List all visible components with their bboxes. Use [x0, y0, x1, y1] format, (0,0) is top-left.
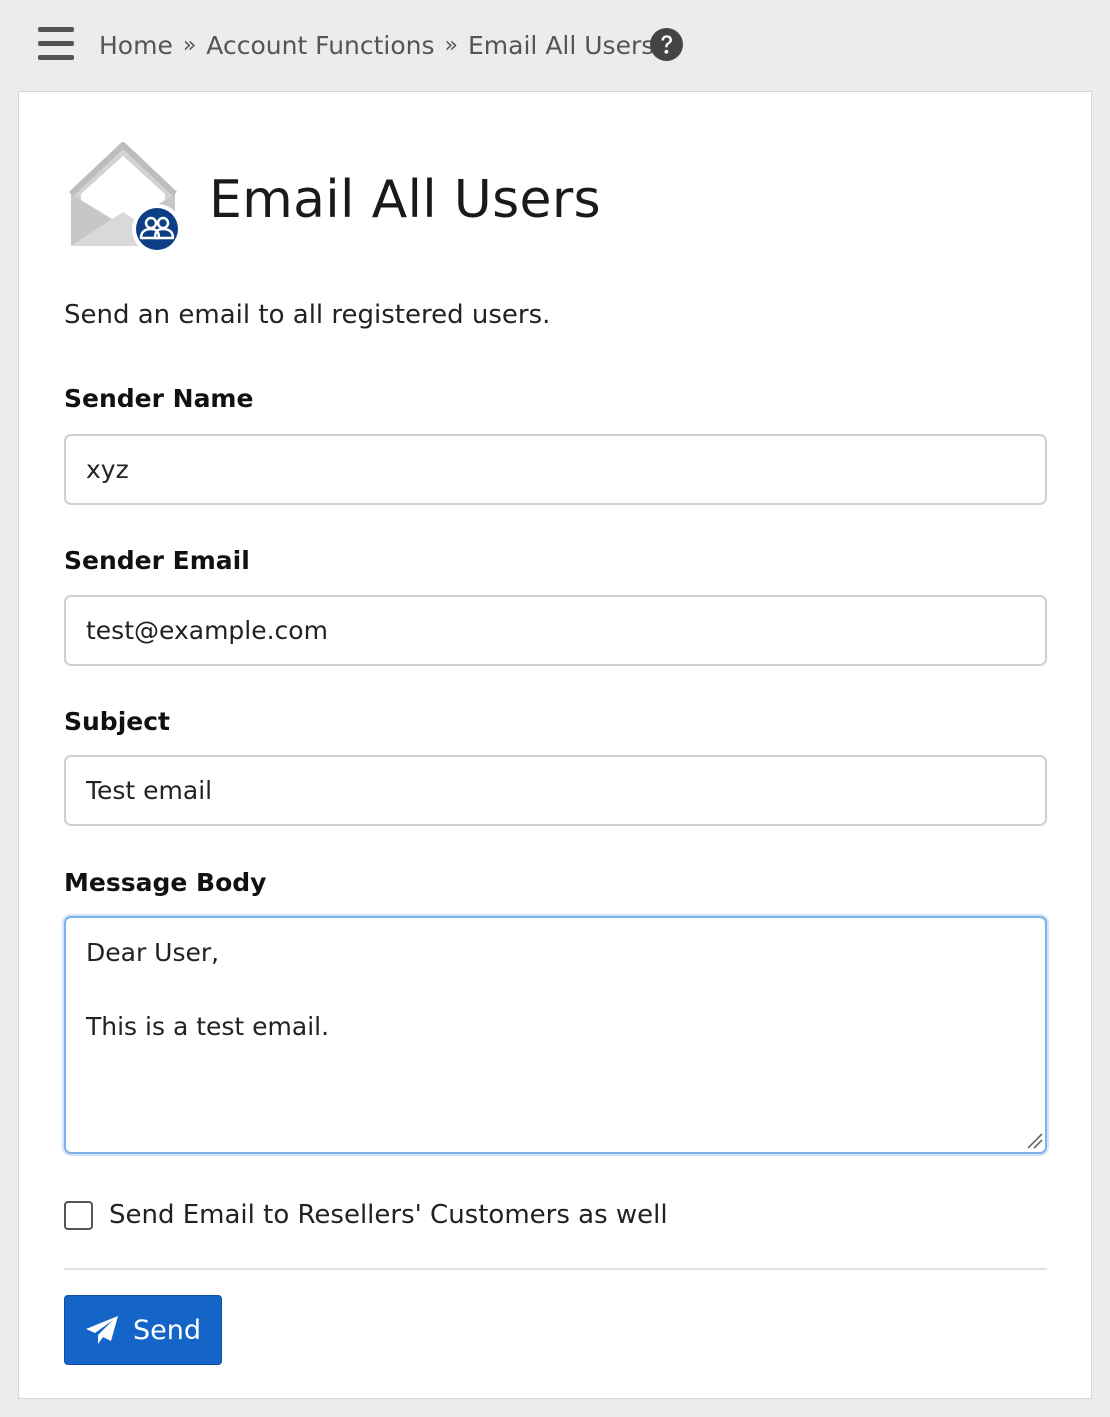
breadcrumb: Home » Account Functions » Email All Use…: [99, 27, 654, 63]
page-intro: Send an email to all registered users.: [64, 300, 551, 330]
breadcrumb-separator: »: [182, 32, 197, 58]
divider: [64, 1268, 1047, 1270]
breadcrumb-home-link[interactable]: Home: [99, 31, 173, 60]
resellers-checkbox[interactable]: [64, 1200, 93, 1230]
resellers-checkbox-label[interactable]: Send Email to Resellers' Customers as we…: [109, 1200, 668, 1230]
breadcrumb-account-functions-link[interactable]: Account Functions: [206, 31, 434, 60]
message-body-label: Message Body: [64, 868, 267, 897]
paper-plane-icon: [85, 1316, 118, 1344]
breadcrumb-current: Email All Users: [468, 30, 655, 60]
send-button[interactable]: Send: [64, 1295, 222, 1365]
main-panel: Email All Users Send an email to all reg…: [18, 91, 1092, 1399]
message-body-textarea[interactable]: Dear User, This is a test email.: [64, 916, 1047, 1154]
breadcrumb-separator: »: [444, 32, 459, 58]
question-circle-icon[interactable]: [650, 28, 683, 61]
top-bar: Home » Account Functions » Email All Use…: [0, 0, 1110, 90]
subject-label: Subject: [64, 707, 170, 736]
page-title: Email All Users: [209, 170, 601, 230]
resellers-checkbox-row: Send Email to Resellers' Customers as we…: [64, 1198, 668, 1232]
subject-input[interactable]: [64, 755, 1047, 826]
send-button-label: Send: [132, 1314, 201, 1346]
sender-email-label: Sender Email: [64, 546, 250, 575]
sender-name-label: Sender Name: [64, 384, 254, 413]
envelope-users-icon: [68, 142, 182, 254]
hamburger-menu-icon[interactable]: [38, 27, 74, 61]
resize-grip-icon[interactable]: [1024, 1130, 1044, 1150]
sender-name-input[interactable]: [64, 434, 1047, 505]
sender-email-input[interactable]: [64, 595, 1047, 666]
